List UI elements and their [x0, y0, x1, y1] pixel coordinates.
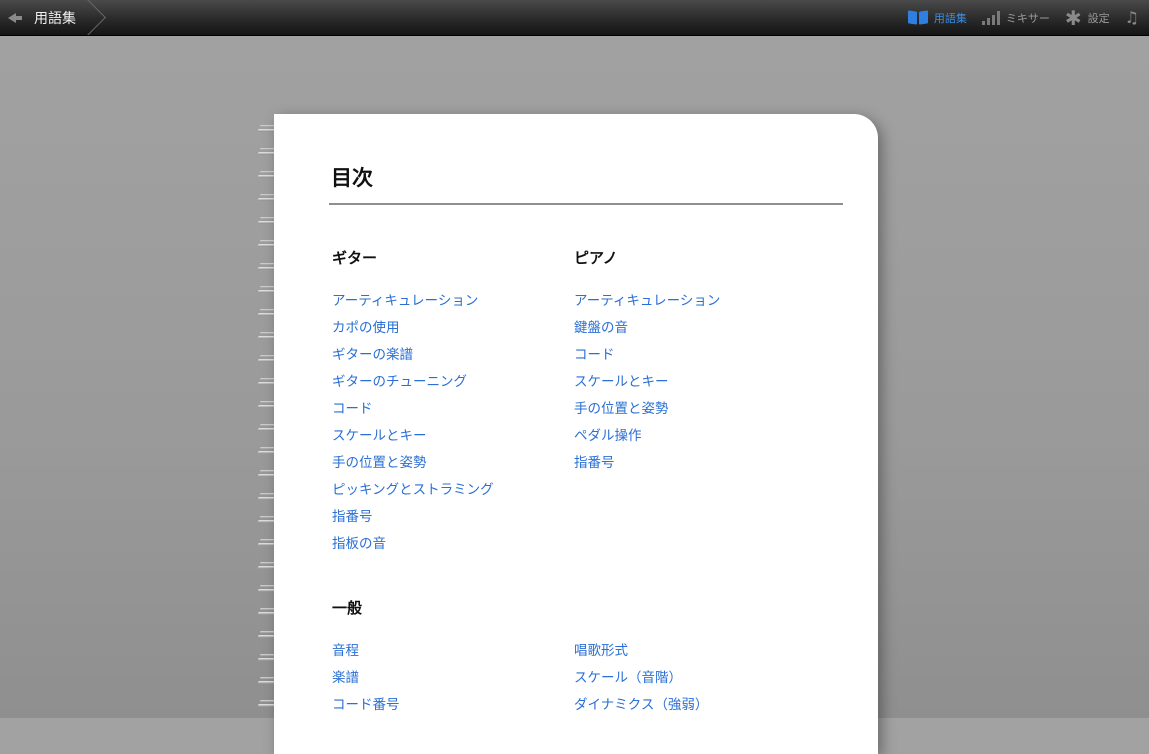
book-icon	[908, 10, 928, 25]
gear-icon: ✱	[1064, 5, 1082, 30]
piano-topic-list: アーティキュレーション 鍵盤の音 コード スケールとキー 手の位置と姿勢 ペダル操作 指番号	[574, 288, 720, 477]
topic-link-general[interactable]: 唱歌形式	[574, 638, 708, 665]
back-arrow-icon	[8, 12, 16, 23]
topic-link-piano[interactable]: スケールとキー	[574, 369, 720, 396]
topic-link-guitar[interactable]: 指板の音	[332, 531, 494, 558]
topic-link-guitar[interactable]: ギターの楽譜	[332, 342, 494, 369]
top-toolbar: 用語集 用語集 ミキサー ✱ 設定 ♫	[0, 0, 1149, 36]
section-title-guitar: ギター	[332, 249, 378, 267]
toolbar-actions: 用語集 ミキサー ✱ 設定 ♫	[900, 0, 1139, 35]
section-title-general: 一般	[332, 599, 363, 617]
back-button[interactable]: 用語集	[0, 0, 106, 35]
topic-link-piano[interactable]: 手の位置と姿勢	[574, 396, 720, 423]
topic-link-piano[interactable]: ペダル操作	[574, 423, 720, 450]
topic-link-guitar[interactable]: アーティキュレーション	[332, 288, 494, 315]
music-note-icon: ♫	[1124, 8, 1139, 27]
general-topic-list-right: 唱歌形式 スケール（音階） ダイナミクス（強弱）	[574, 638, 708, 719]
topic-link-guitar[interactable]: 指番号	[332, 504, 494, 531]
guitar-topic-list: アーティキュレーション カポの使用 ギターの楽譜 ギターのチューニング コード スケールと…	[332, 288, 494, 558]
toolbar-settings-button[interactable]: ✱ 設定	[1065, 8, 1110, 28]
topic-link-piano[interactable]: アーティキュレーション	[574, 288, 720, 315]
back-button-label: 用語集	[34, 10, 76, 27]
general-topic-list-left: 音程 楽譜 コード番号	[332, 638, 400, 719]
topic-link-piano[interactable]: 指番号	[574, 450, 720, 477]
topic-link-general[interactable]: 音程	[332, 638, 400, 665]
toolbar-glossary-button[interactable]: 用語集	[908, 10, 967, 26]
topic-link-guitar[interactable]: 手の位置と姿勢	[332, 450, 494, 477]
topic-link-piano[interactable]: コード	[574, 342, 720, 369]
topic-link-guitar[interactable]: スケールとキー	[332, 423, 494, 450]
title-divider	[329, 203, 843, 205]
mixer-icon	[981, 10, 1000, 25]
notebook-page: 目次 ギター アーティキュレーション カポの使用 ギターの楽譜 ギターのチューニングコ…	[274, 114, 878, 754]
topic-link-guitar[interactable]: カポの使用	[332, 315, 494, 342]
topic-link-general[interactable]: ダイナミクス（強弱）	[574, 692, 708, 719]
topic-link-general[interactable]: 楽譜	[332, 665, 400, 692]
toolbar-settings-label: 設定	[1087, 11, 1110, 25]
topic-link-general[interactable]: スケール（音階）	[574, 665, 708, 692]
topic-link-guitar[interactable]: ギターのチューニング	[332, 369, 494, 396]
toolbar-glossary-label: 用語集	[933, 11, 967, 25]
topic-link-guitar[interactable]: ピッキングとストラミング	[332, 477, 494, 504]
topic-link-general[interactable]: コード番号	[332, 692, 400, 719]
toolbar-mixer-label: ミキサー	[1005, 11, 1050, 25]
toolbar-music-button[interactable]: ♫	[1125, 8, 1139, 27]
page-title: 目次	[331, 166, 373, 190]
toolbar-mixer-button[interactable]: ミキサー	[981, 10, 1050, 26]
topic-link-guitar[interactable]: コード	[332, 396, 494, 423]
topic-link-piano[interactable]: 鍵盤の音	[574, 315, 720, 342]
section-title-piano: ピアノ	[574, 249, 618, 267]
